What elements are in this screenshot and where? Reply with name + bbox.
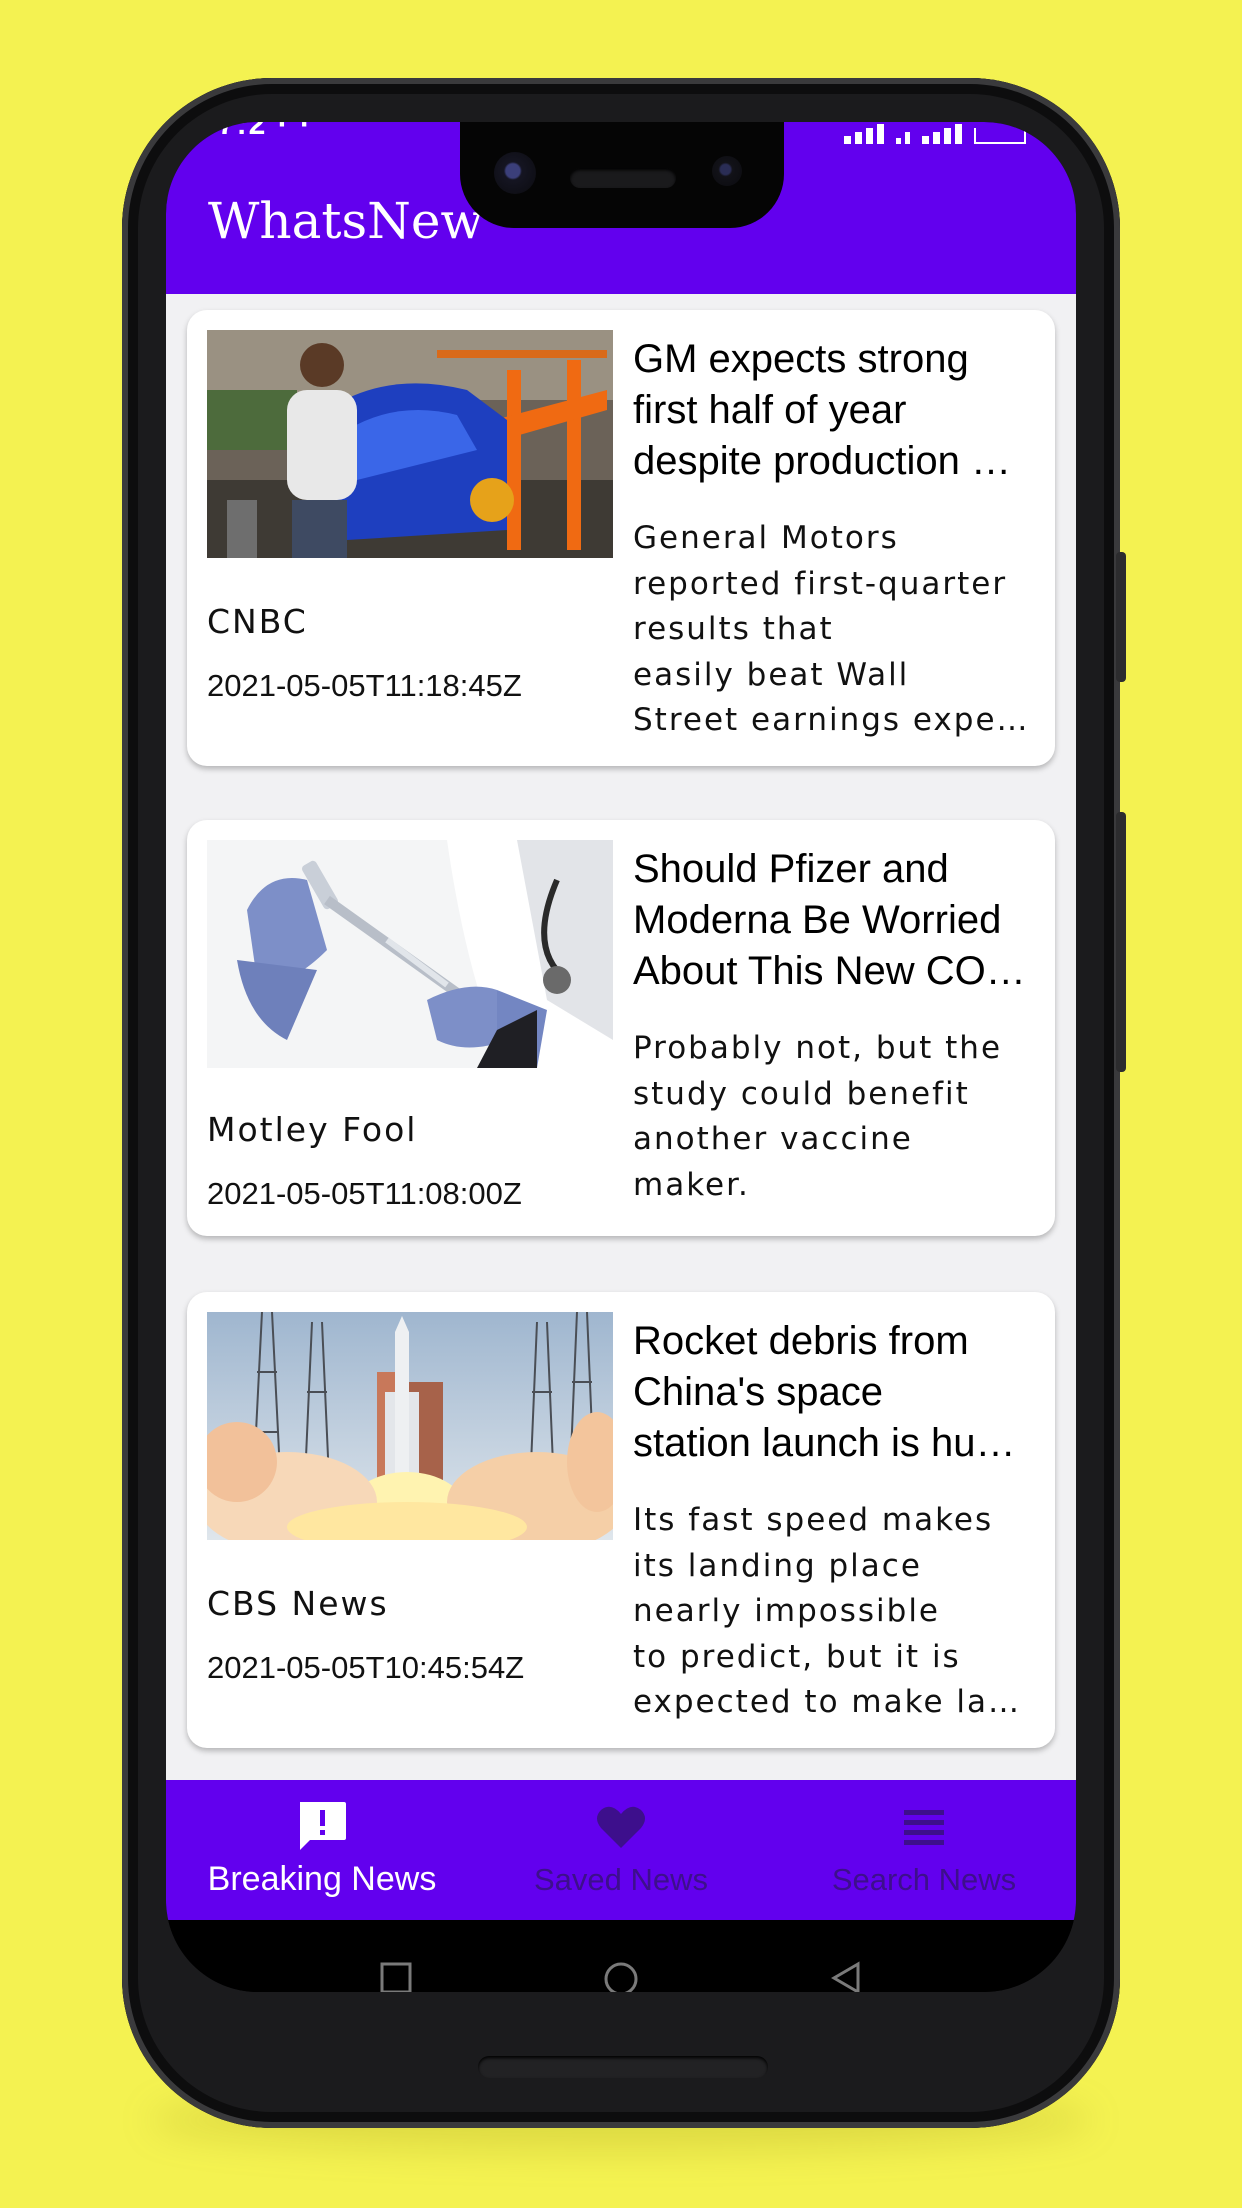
phone-screen: 7:2 · · WhatsNew CNBC 2021-05-05T11:18:4…	[166, 122, 1076, 1992]
article-image	[207, 840, 613, 1068]
description-line: another vaccine	[633, 1121, 913, 1157]
title-line: Rocket debris from	[633, 1319, 969, 1363]
nav-saved-news[interactable]: Saved News	[471, 1780, 771, 1920]
factory-image	[207, 330, 613, 558]
earpiece-speaker	[570, 168, 676, 188]
app-title: WhatsNew	[208, 192, 484, 250]
title-line: GM expects strong	[633, 337, 969, 381]
article-description: Its fast speed makes its landing place n…	[633, 1498, 1043, 1726]
article-title[interactable]: GM expects strong first half of year des…	[633, 334, 1043, 487]
status-icons	[844, 124, 1026, 144]
bottom-navigation: Breaking News Saved News Search News	[166, 1780, 1076, 1920]
article-source: Motley Fool	[207, 1110, 418, 1149]
home-icon[interactable]	[602, 1960, 640, 1992]
title-line: first half of year	[633, 388, 907, 432]
nav-breaking-news[interactable]: Breaking News	[172, 1780, 472, 1920]
article-title[interactable]: Should Pfizer and Moderna Be Worried Abo…	[633, 844, 1043, 997]
description-line: maker.	[633, 1166, 750, 1203]
front-camera-icon	[494, 152, 536, 194]
rocket-image	[207, 1312, 613, 1540]
volume-button	[1116, 552, 1126, 682]
description-line: results that	[633, 611, 834, 647]
signal-icon-2	[922, 124, 962, 144]
article-source: CBS News	[207, 1584, 389, 1623]
description-line: to predict, but it is	[633, 1638, 961, 1675]
back-icon[interactable]	[828, 1960, 864, 1992]
article-card[interactable]: Motley Fool 2021-05-05T11:08:00Z Should …	[187, 820, 1055, 1236]
article-image	[207, 1312, 613, 1540]
nav-search-news[interactable]: Search News	[774, 1780, 1074, 1920]
battery-icon	[974, 128, 1026, 144]
description-line: Probably not, but the	[633, 1030, 1003, 1066]
list-icon	[896, 1798, 952, 1859]
title-line: China's space	[633, 1370, 883, 1414]
description-line: reported first-quarter	[633, 565, 1008, 602]
article-date: 2021-05-05T10:45:54Z	[207, 1650, 525, 1685]
title-line: Should Pfizer and	[633, 847, 949, 891]
article-title[interactable]: Rocket debris from China's space station…	[633, 1316, 1043, 1469]
title-line: Moderna Be Worried	[633, 898, 1002, 942]
article-image	[207, 330, 613, 558]
description-line: Its fast speed makes	[633, 1502, 994, 1538]
description-line: easily beat Wall	[633, 656, 910, 693]
system-navigation-bar	[166, 1920, 1076, 1992]
phone-chin-speaker	[478, 2056, 768, 2078]
article-source: CNBC	[207, 602, 308, 641]
app-bar: 7:2 · · WhatsNew	[166, 122, 1076, 294]
article-card[interactable]: CNBC 2021-05-05T11:18:45Z GM expects str…	[187, 310, 1055, 766]
nav-label: Breaking News	[207, 1860, 437, 1898]
breaking-news-icon	[294, 1798, 350, 1859]
nav-label: Saved News	[533, 1862, 709, 1897]
signal-icon	[844, 124, 884, 144]
news-list[interactable]: CNBC 2021-05-05T11:18:45Z GM expects str…	[166, 294, 1076, 1780]
article-date: 2021-05-05T11:18:45Z	[207, 668, 522, 703]
sensor-icon	[712, 156, 742, 186]
camera-notch	[460, 122, 784, 228]
recents-icon[interactable]	[378, 1960, 414, 1992]
title-line: About This New CO…	[633, 949, 1026, 993]
title-line: station launch is hu…	[633, 1421, 1016, 1465]
description-line: its landing place	[633, 1547, 922, 1584]
article-description: Probably not, but the study could benefi…	[633, 1026, 1043, 1208]
nav-label: Search News	[831, 1862, 1017, 1897]
article-card[interactable]: CBS News 2021-05-05T10:45:54Z Rocket deb…	[187, 1292, 1055, 1748]
article-description: General Motors reported first-quarter re…	[633, 516, 1043, 744]
wifi-icon	[896, 132, 910, 144]
status-time: 7:2 · ·	[218, 122, 313, 141]
title-line: despite production …	[633, 439, 1012, 483]
description-line: General Motors	[633, 520, 899, 556]
vaccine-image	[207, 840, 613, 1068]
description-line: expected to make la…	[633, 1684, 1021, 1720]
heart-icon	[593, 1798, 649, 1859]
article-date: 2021-05-05T11:08:00Z	[207, 1176, 522, 1211]
power-button	[1116, 812, 1126, 1072]
description-line: Street earnings expe…	[633, 702, 1030, 738]
description-line: study could benefit	[633, 1075, 970, 1112]
description-line: nearly impossible	[633, 1593, 941, 1629]
